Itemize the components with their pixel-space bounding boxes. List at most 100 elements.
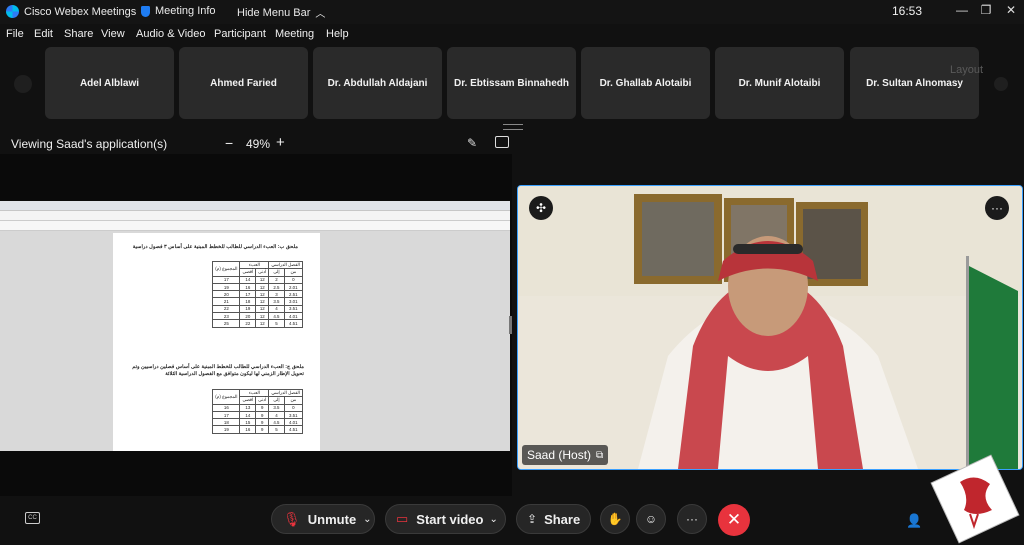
table-row: 4.01 4.5 9 15 18 xyxy=(212,418,304,427)
table-header: العبء xyxy=(239,388,270,398)
shared-content-area: ملحق ب: العبء الدراسي للطالب للخطط المبن… xyxy=(0,154,512,496)
close-icon: ✕ xyxy=(726,510,742,529)
table-row: 3.51 4 12 19 22 xyxy=(212,304,304,314)
meeting-info-label: Meeting Info xyxy=(155,5,216,17)
host-name-label: Saad (Host) ⧉ xyxy=(522,445,609,465)
viewing-label: Viewing Saad's application(s) xyxy=(11,137,168,151)
scroll-left-button[interactable] xyxy=(14,75,32,93)
table-appendix-c: الفصل الدراسي العبء المجموع (م) من إلى أ… xyxy=(212,388,304,434)
menu-bar: File Edit Share View Audio & Video Parti… xyxy=(0,26,1024,44)
table-cell: 9 xyxy=(255,403,270,412)
table-cell: 16 xyxy=(212,403,241,412)
leave-meeting-button[interactable]: ✕ xyxy=(718,504,750,536)
close-window-icon[interactable]: ✕ xyxy=(1001,3,1021,17)
appendix-b-caption: ملحق ب: العبء الدراسي للطالب للخطط المبن… xyxy=(132,244,298,250)
minimize-icon[interactable]: — xyxy=(952,3,972,17)
table-cell: 19 xyxy=(239,304,257,314)
table-cell: 4 xyxy=(268,410,285,420)
table-header: المجموع (م) xyxy=(212,389,241,405)
table-row: 3.01 3.5 12 18 21 xyxy=(212,297,304,306)
restore-icon[interactable]: ❐ xyxy=(976,3,996,17)
unmute-button[interactable]: 🎙 Unmute ⌄ xyxy=(271,504,375,534)
more-options-icon[interactable]: ··· xyxy=(985,196,1009,220)
annotate-icon[interactable]: ✎ xyxy=(467,136,477,150)
participant-tile[interactable]: Dr. Sultan Alnomasy xyxy=(850,47,979,119)
table-cell: 2.5 xyxy=(268,282,285,292)
hide-menu-bar-button[interactable]: Hide Menu Bar ︿ xyxy=(237,5,325,21)
zoom-in-button[interactable]: + xyxy=(276,134,285,151)
start-video-button[interactable]: ▭ Start video ⌄ xyxy=(385,504,506,534)
unmute-label: Unmute xyxy=(307,511,357,527)
table-cell: 12 xyxy=(255,319,270,328)
table-subheader: من xyxy=(283,396,304,405)
table-header: المجموع (م) xyxy=(212,261,241,277)
table-appendix-b: الفصل الدراسي العبء المجموع (م) من إلى أ… xyxy=(212,260,304,328)
table-cell: 0 xyxy=(283,275,304,284)
participant-tile[interactable]: Adel Alblawi xyxy=(45,47,174,119)
zoom-out-button[interactable]: − xyxy=(225,135,233,151)
host-video-tile[interactable] xyxy=(517,185,1023,470)
table-header: العبء xyxy=(239,260,270,270)
table-cell: 4.51 xyxy=(283,425,304,434)
menu-audio-video[interactable]: Audio & Video xyxy=(136,28,206,40)
table-cell: 16 xyxy=(239,425,257,434)
table-cell: 14 xyxy=(239,410,257,420)
participant-tile[interactable]: Dr. Ghallab Alotaibi xyxy=(581,47,710,119)
table-subheader: أقصى xyxy=(239,396,257,405)
participant-tile[interactable]: Dr. Ebtissam Binnahedh xyxy=(447,47,576,119)
document-page: ملحق ب: العبء الدراسي للطالب للخطط المبن… xyxy=(113,233,320,451)
table-cell: 3.01 xyxy=(283,297,304,306)
table-cell: 23 xyxy=(212,312,241,321)
table-cell: 17 xyxy=(239,290,257,299)
title-bar: Cisco Webex Meetings Meeting Info Hide M… xyxy=(0,0,1024,24)
table-cell: 9 xyxy=(255,410,270,420)
popout-share-icon[interactable] xyxy=(495,136,509,148)
table-cell: 3.51 xyxy=(283,304,304,314)
meeting-info-button[interactable]: Meeting Info xyxy=(141,5,216,17)
menu-help[interactable]: Help xyxy=(326,28,349,40)
participant-tile[interactable]: Dr. Abdullah Aldajani xyxy=(313,47,442,119)
table-cell: 17 xyxy=(212,410,241,420)
participant-tile[interactable]: Dr. Munif Alotaibi xyxy=(715,47,844,119)
webex-logo-icon xyxy=(6,5,19,18)
table-subheader: من xyxy=(283,268,304,277)
table-row: 4.51 5 12 22 25 xyxy=(212,319,304,328)
table-cell: 13 xyxy=(239,403,257,412)
layout-button[interactable]: Layout xyxy=(950,64,983,76)
menu-edit[interactable]: Edit xyxy=(34,28,53,40)
menu-meeting[interactable]: Meeting xyxy=(275,28,314,40)
host-name: Saad (Host) xyxy=(527,448,592,462)
table-cell: 21 xyxy=(212,297,241,306)
menu-participant[interactable]: Participant xyxy=(214,28,266,40)
menu-view[interactable]: View xyxy=(101,28,125,40)
chevron-down-icon: ⌄ xyxy=(363,513,372,525)
unpin-icon[interactable]: ✣ xyxy=(529,196,553,220)
table-subheader: أقصى xyxy=(239,268,257,277)
ellipsis-icon: ··· xyxy=(686,512,698,526)
menu-share[interactable]: Share xyxy=(64,28,93,40)
table-header: الفصل الدراسي xyxy=(268,388,303,398)
smiley-icon: ☺ xyxy=(644,512,658,526)
reactions-button[interactable]: ☺ xyxy=(636,504,666,534)
table-subheader: إلى xyxy=(268,396,285,405)
table-cell: 19 xyxy=(212,282,241,292)
host-video-feed xyxy=(518,186,1022,469)
participants-panel-button[interactable]: 👤 xyxy=(906,513,922,529)
table-cell: 5 xyxy=(268,319,285,328)
mic-muted-icon: 🎙 xyxy=(283,510,301,527)
table-subheader: أدنى xyxy=(255,396,270,405)
person-icon: 👤 xyxy=(906,513,923,528)
table-row: 0 3.5 9 13 16 xyxy=(212,403,304,412)
participant-tile[interactable]: Ahmed Faried xyxy=(179,47,308,119)
table-cell: 9 xyxy=(255,418,270,427)
share-button[interactable]: ⇪ Share xyxy=(516,504,591,534)
scroll-right-button[interactable] xyxy=(994,77,1008,91)
resize-handle[interactable] xyxy=(503,124,523,130)
table-cell: 4.5 xyxy=(268,418,285,427)
table-cell: 2.01 xyxy=(283,282,304,292)
panel-divider[interactable] xyxy=(509,316,512,334)
more-button[interactable]: ··· xyxy=(677,504,707,534)
raise-hand-button[interactable]: ✋ xyxy=(600,504,630,534)
table-cell: 2.51 xyxy=(283,290,304,299)
menu-file[interactable]: File xyxy=(6,28,24,40)
